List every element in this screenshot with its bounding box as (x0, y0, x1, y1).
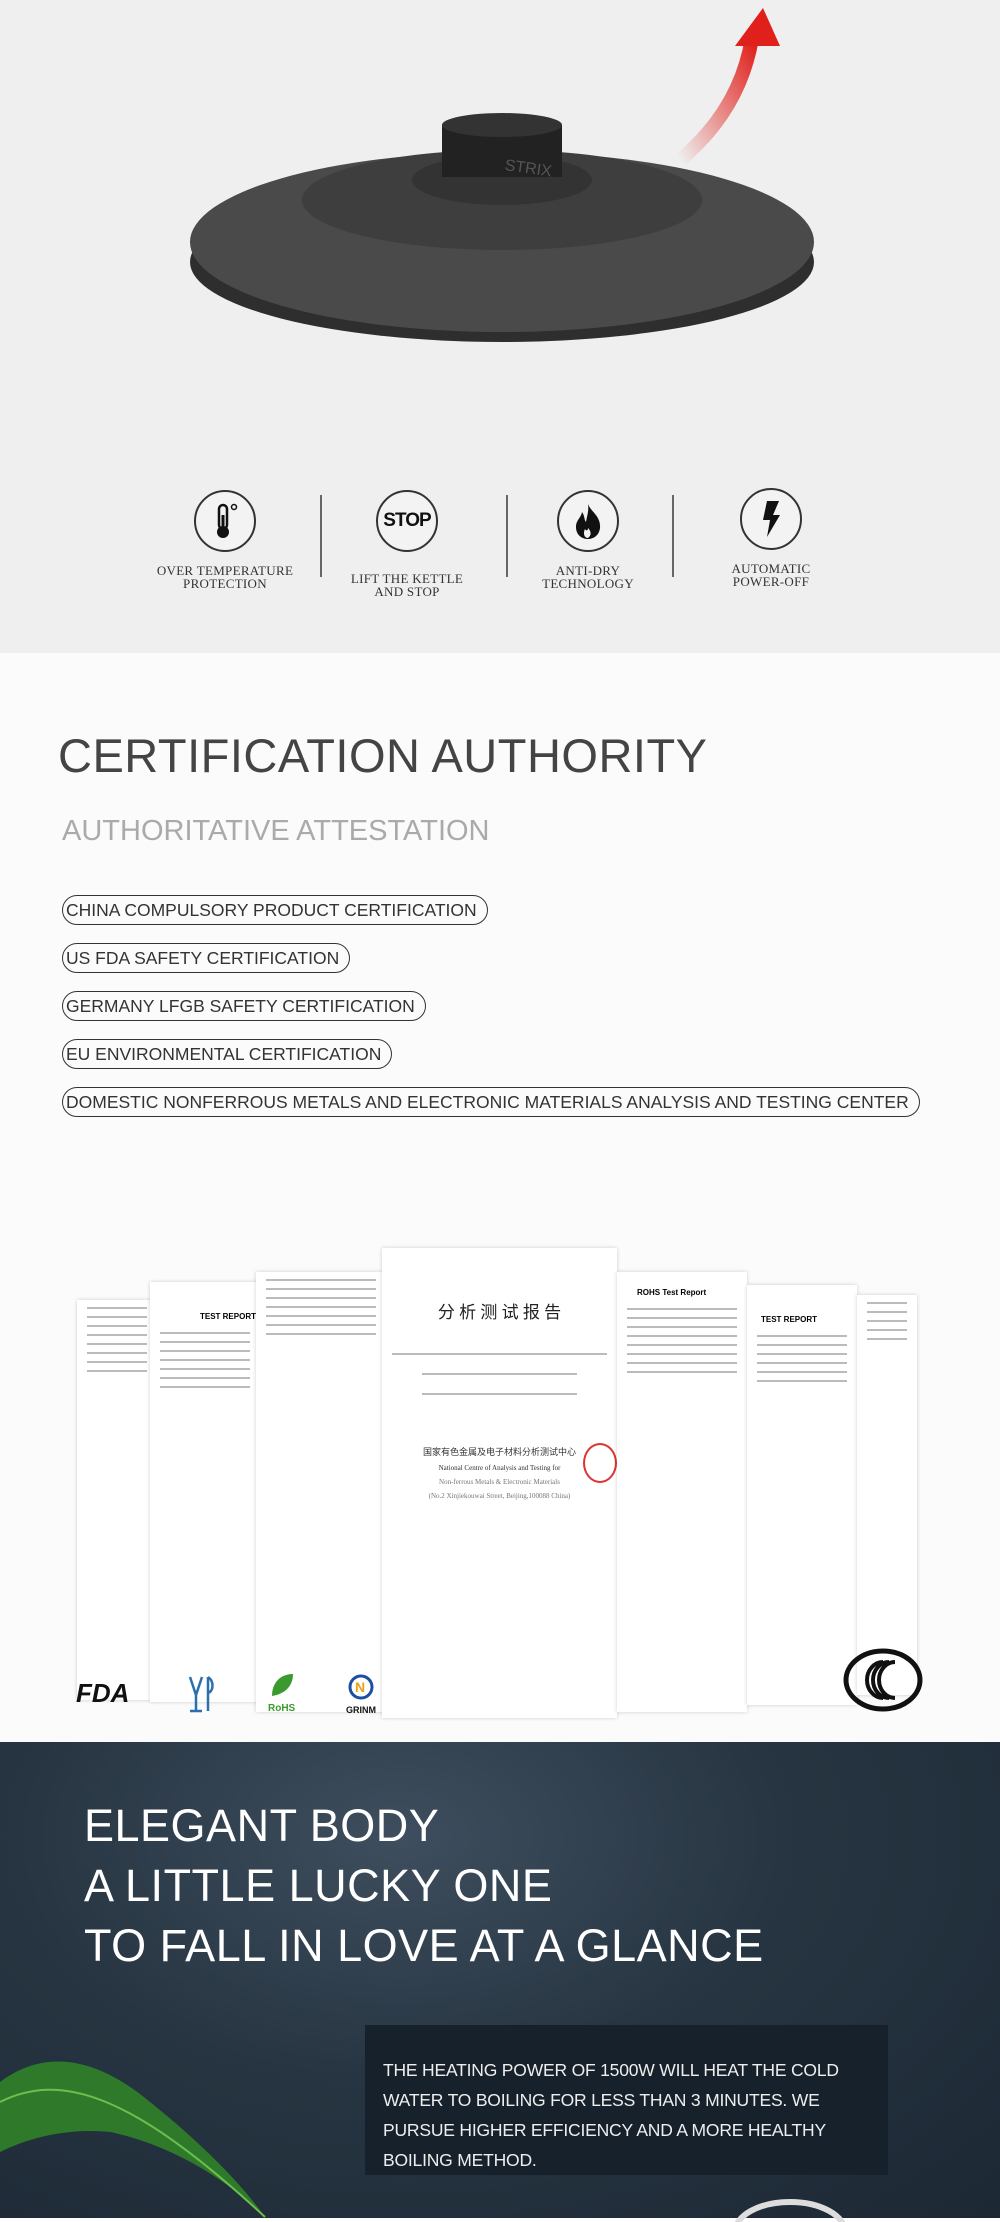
description-text: THE HEATING POWER OF 1500W WILL HEAT THE… (383, 2060, 839, 2170)
certificate-document-main: 分 析 测 试 报 告 国家有色金属及电子材料分析测试中心 National C… (382, 1248, 617, 1718)
fda-logo: FDA (76, 1678, 130, 1708)
food-safe-icon (188, 1675, 214, 1713)
doc-title: 分 析 测 试 报 告 (437, 1303, 562, 1322)
section-title: CERTIFICATION AUTHORITY (58, 729, 708, 782)
feature-label: AND STOP (374, 584, 440, 599)
certificate-document: ROHS Test Report (617, 1272, 747, 1712)
lightning-icon (740, 488, 802, 550)
thermometer-icon (194, 490, 256, 552)
ccc-logo (843, 1648, 923, 1712)
stop-icon-text: STOP (383, 510, 431, 531)
divider (672, 495, 674, 577)
doc-org-en: (No.2 Xinjiekouwai Street, Beijing,10008… (428, 1492, 571, 1500)
description-box: THE HEATING POWER OF 1500W WILL HEAT THE… (365, 2025, 888, 2175)
certificate-document (77, 1300, 157, 1700)
certificate-document (256, 1272, 386, 1712)
feature-label: POWER-OFF (732, 574, 810, 589)
cert-pill-lfgb: GERMANY LFGB SAFETY CERTIFICATION (62, 991, 426, 1021)
svg-text:N: N (355, 1679, 365, 1695)
certificate-document: TEST REPORT (150, 1282, 260, 1702)
kettle-base-image: STRIX (190, 8, 814, 342)
doc-header: TEST REPORT (761, 1315, 818, 1324)
certificate-document (857, 1295, 917, 1695)
rohs-logo: RoHS (268, 1672, 295, 1714)
grinm-logo: N GRINM (346, 1674, 376, 1715)
green-leaf-image (0, 2061, 266, 2218)
headline-line: ELEGANT BODY (84, 1800, 440, 1851)
doc-org-en: National Centre of Analysis and Testing … (438, 1464, 561, 1472)
stop-icon: STOP (376, 490, 438, 552)
certificate-document: TEST REPORT (747, 1285, 857, 1705)
headline-line: TO FALL IN LOVE AT A GLANCE (84, 1920, 764, 1971)
feature-over-temperature: OVER TEMPERATURE PROTECTION (135, 490, 315, 590)
doc-header: ROHS Test Report (637, 1288, 707, 1297)
cert-pill-nonferrous: DOMESTIC NONFERROUS METALS AND ELECTRONI… (62, 1087, 920, 1117)
flame-icon (557, 490, 619, 552)
hero-section: STRIX OVER TEMPERATURE PROTECTION STOP LI… (0, 0, 1000, 653)
feature-label: PROTECTION (183, 576, 267, 591)
feature-anti-dry: ANTI-DRY TECHNOLOGY (498, 490, 678, 590)
section-subtitle: AUTHORITATIVE ATTESTATION (62, 815, 490, 847)
cert-pill-ccc: CHINA COMPULSORY PRODUCT CERTIFICATION (62, 895, 488, 925)
cert-pill-eu: EU ENVIRONMENTAL CERTIFICATION (62, 1039, 393, 1069)
doc-org-cn: 国家有色金属及电子材料分析测试中心 (422, 1448, 576, 1458)
red-seal-stamp (583, 1443, 617, 1483)
doc-org-en: Non-ferrous Metals & Electronic Material… (439, 1478, 560, 1486)
cert-pill-fda: US FDA SAFETY CERTIFICATION (62, 943, 351, 973)
feature-label: TECHNOLOGY (542, 576, 634, 591)
headline-line: A LITTLE LUCKY ONE (84, 1860, 553, 1911)
feature-auto-power-off: AUTOMATIC POWER-OFF (681, 488, 861, 588)
doc-header: TEST REPORT (199, 1312, 256, 1321)
feature-lift-stop: STOP LIFT THE KETTLE AND STOP (317, 490, 497, 598)
